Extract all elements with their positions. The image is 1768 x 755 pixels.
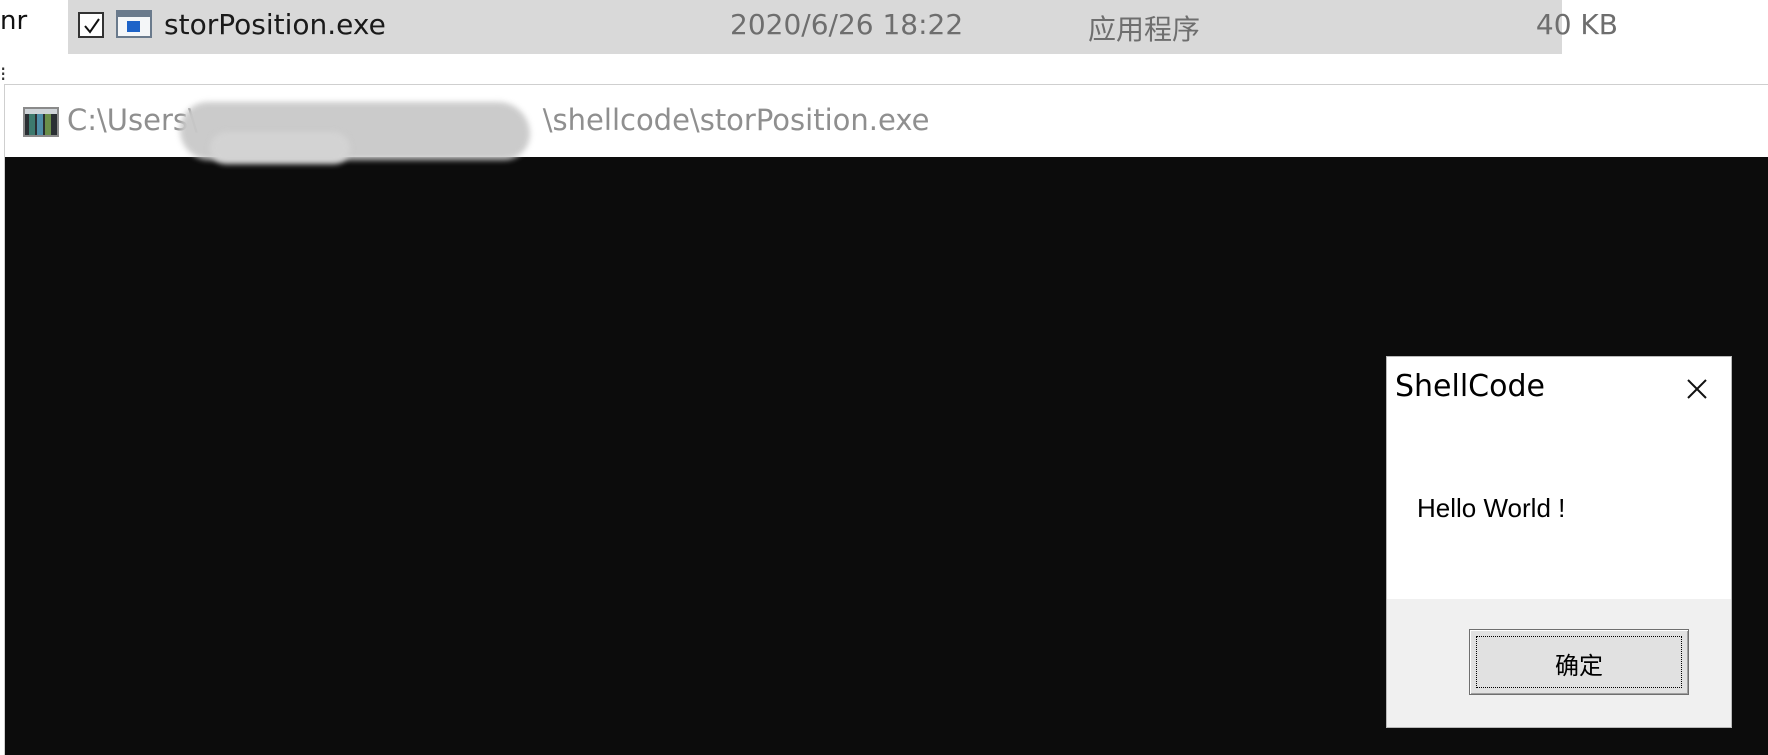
screen: nr ⁝ storPosition.exe 2020/6/26 18:22 应用… xyxy=(0,0,1768,755)
dialog-footer: 确定 xyxy=(1387,599,1731,727)
partial-mark: ⁝ xyxy=(0,62,7,86)
file-size: 40 KB xyxy=(1535,8,1618,41)
file-name[interactable]: storPosition.exe xyxy=(164,8,386,41)
dialog-message: Hello World ! xyxy=(1417,493,1566,523)
redaction-blur xyxy=(210,132,350,164)
title-path-suffix: \shellcode\storPosition.exe xyxy=(542,103,930,137)
ok-button-label: 确定 xyxy=(1555,652,1603,680)
file-list-row[interactable]: storPosition.exe 2020/6/26 18:22 应用程序 40… xyxy=(68,0,1618,54)
close-icon[interactable] xyxy=(1677,369,1717,409)
dialog-title: ShellCode xyxy=(1395,369,1545,404)
file-modified-date: 2020/6/26 18:22 xyxy=(730,8,964,41)
checkmark-icon xyxy=(84,18,100,34)
exe-file-icon xyxy=(116,10,152,38)
partial-text: nr xyxy=(0,6,28,36)
file-type: 应用程序 xyxy=(1088,13,1201,46)
console-app-icon xyxy=(23,107,59,137)
title-path-prefix: C:\Users\ xyxy=(67,103,198,137)
row-checkbox[interactable] xyxy=(78,12,104,38)
ok-button[interactable]: 确定 xyxy=(1469,629,1689,695)
message-box-dialog: ShellCode Hello World ! 确定 xyxy=(1386,356,1732,728)
